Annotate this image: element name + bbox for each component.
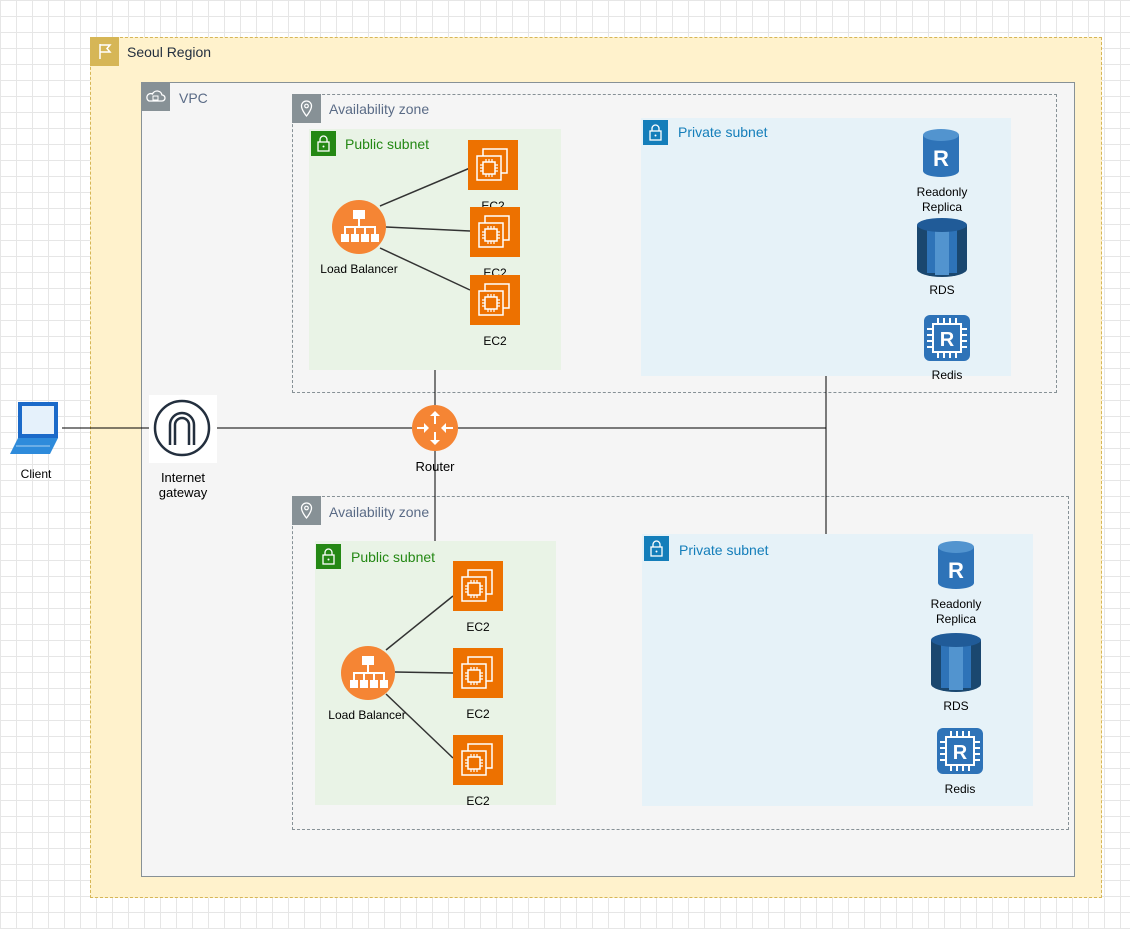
load-balancer-icon[interactable]: [340, 645, 396, 704]
redis-icon[interactable]: R: [923, 313, 971, 366]
svg-text:R: R: [948, 558, 964, 583]
rds-label: RDS: [943, 699, 969, 713]
redis-icon[interactable]: R: [936, 726, 984, 779]
lb-ec2-link: [385, 226, 471, 232]
router-icon[interactable]: [411, 404, 459, 455]
internet-gateway-label: Internet gateway: [158, 470, 208, 500]
ec2-icon[interactable]: [468, 140, 518, 193]
ec2-icon[interactable]: [470, 275, 520, 328]
ec2-label: EC2: [466, 707, 490, 721]
rds-icon[interactable]: [929, 632, 983, 695]
client-label: Client: [20, 467, 52, 481]
laptop-icon[interactable]: [10, 400, 62, 459]
ec2-icon[interactable]: [470, 207, 520, 260]
router-label: Router: [415, 459, 455, 474]
readonly-replica-label: Readonly Replica: [916, 185, 968, 214]
database-replica-icon[interactable]: R: [937, 540, 975, 593]
lb-ec2-link: [385, 595, 454, 651]
ec2-label: EC2: [483, 334, 507, 348]
ec2-icon[interactable]: [453, 735, 503, 788]
readonly-replica-label: Readonly Replica: [930, 597, 982, 626]
ec2-icon[interactable]: [453, 648, 503, 701]
lb-ec2-link: [394, 671, 454, 674]
ec2-label: EC2: [466, 794, 490, 808]
svg-text:R: R: [940, 329, 955, 351]
svg-text:R: R: [953, 742, 968, 764]
ec2-icon[interactable]: [453, 561, 503, 614]
lb-ec2-link: [379, 167, 471, 207]
load-balancer-icon[interactable]: [331, 199, 387, 258]
load-balancer-label: Load Balancer: [320, 262, 398, 276]
rds-icon[interactable]: [915, 217, 969, 280]
load-balancer-label: Load Balancer: [328, 708, 406, 722]
internet-gateway-icon[interactable]: [149, 395, 217, 466]
svg-text:R: R: [933, 146, 949, 171]
database-replica-icon[interactable]: R: [922, 128, 960, 181]
rds-label: RDS: [929, 283, 955, 297]
redis-label: Redis: [931, 368, 963, 382]
ec2-label: EC2: [466, 620, 490, 634]
redis-label: Redis: [944, 782, 976, 796]
lb-ec2-link: [385, 693, 454, 759]
